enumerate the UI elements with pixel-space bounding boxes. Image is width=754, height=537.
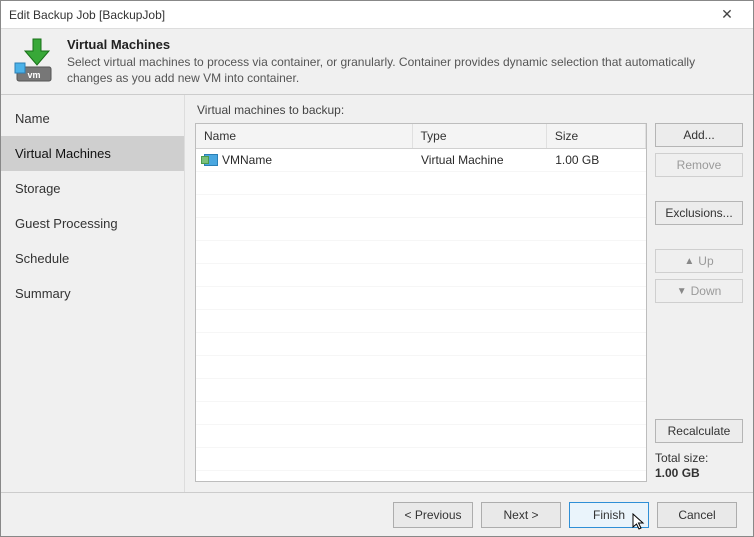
dialog-window: Edit Backup Job [BackupJob] ✕ vm Virtual… — [0, 0, 754, 537]
cell-name: VMName — [222, 153, 272, 167]
nav-step-virtual-machines[interactable]: Virtual Machines — [1, 136, 184, 171]
header-title: Virtual Machines — [67, 37, 707, 52]
vm-download-icon: vm — [13, 37, 61, 85]
nav-step-guest-processing[interactable]: Guest Processing — [1, 206, 184, 241]
vm-grid[interactable]: Name Type Size VMName Virtual Machine 1.… — [195, 123, 647, 482]
wizard-header: vm Virtual Machines Select virtual machi… — [1, 29, 753, 95]
total-size-label: Total size: — [655, 451, 743, 467]
nav-step-storage[interactable]: Storage — [1, 171, 184, 206]
move-up-button[interactable]: ▲ Up — [655, 249, 743, 273]
wizard-nav: Name Virtual Machines Storage Guest Proc… — [1, 95, 185, 492]
next-button[interactable]: Next > — [481, 502, 561, 528]
nav-step-schedule[interactable]: Schedule — [1, 241, 184, 276]
total-size-value: 1.00 GB — [655, 466, 743, 482]
cancel-button[interactable]: Cancel — [657, 502, 737, 528]
remove-button[interactable]: Remove — [655, 153, 743, 177]
finish-button[interactable]: Finish — [569, 502, 649, 528]
col-name[interactable]: Name — [196, 124, 413, 148]
exclusions-button[interactable]: Exclusions... — [655, 201, 743, 225]
nav-step-name[interactable]: Name — [1, 101, 184, 136]
total-size-block: Total size: 1.00 GB — [655, 449, 743, 482]
grid-header: Name Type Size — [196, 124, 646, 149]
arrow-up-icon: ▲ — [684, 256, 694, 267]
cell-type: Virtual Machine — [413, 153, 547, 167]
recalculate-button[interactable]: Recalculate — [655, 419, 743, 443]
header-description: Select virtual machines to process via c… — [67, 54, 707, 86]
nav-step-summary[interactable]: Summary — [1, 276, 184, 311]
svg-text:vm: vm — [27, 70, 40, 80]
wizard-footer: < Previous Next > Finish Cancel — [1, 492, 753, 536]
col-size[interactable]: Size — [547, 124, 646, 148]
cell-size: 1.00 GB — [547, 153, 646, 167]
add-button[interactable]: Add... — [655, 123, 743, 147]
col-type[interactable]: Type — [413, 124, 547, 148]
list-label: Virtual machines to backup: — [197, 103, 743, 117]
window-title: Edit Backup Job [BackupJob] — [9, 8, 165, 22]
move-down-button[interactable]: ▼ Down — [655, 279, 743, 303]
close-icon[interactable]: ✕ — [709, 6, 745, 23]
title-bar: Edit Backup Job [BackupJob] ✕ — [1, 1, 753, 29]
arrow-down-icon: ▼ — [677, 286, 687, 297]
vm-icon — [204, 154, 218, 166]
previous-button[interactable]: < Previous — [393, 502, 473, 528]
table-row[interactable]: VMName Virtual Machine 1.00 GB — [196, 149, 646, 171]
